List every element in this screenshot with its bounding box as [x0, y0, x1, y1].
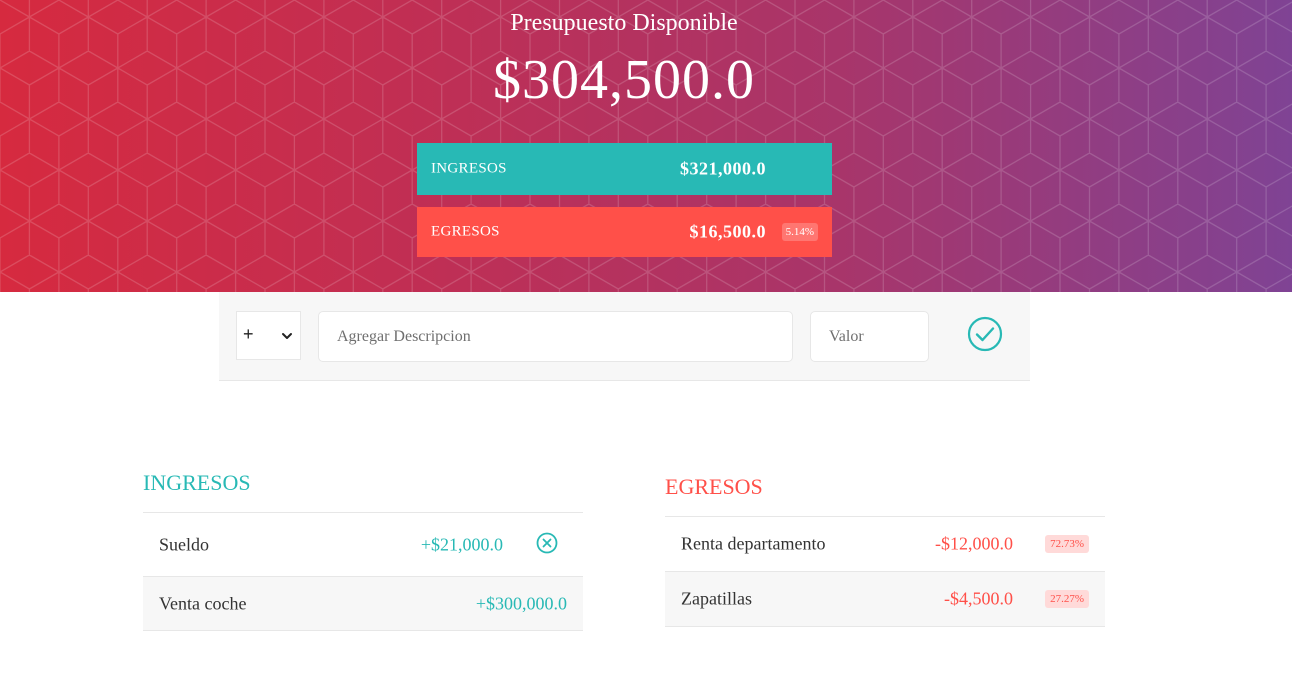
- value-input[interactable]: Valor: [810, 311, 929, 362]
- income-summary-label: INGRESOS: [431, 160, 507, 177]
- income-list-title: INGRESOS: [143, 468, 583, 513]
- expense-summary-label: EGRESOS: [431, 223, 500, 240]
- delete-circle-icon[interactable]: [536, 532, 558, 554]
- income-summary: INGRESOS $321,000.0: [417, 143, 832, 195]
- budget-title: Presupuesto Disponible: [510, 10, 738, 36]
- income-summary-value: $321,000.0: [680, 158, 766, 179]
- expense-summary: EGRESOS $16,500.0 5.14%: [417, 207, 832, 257]
- description-input[interactable]: Agregar Descripcion: [318, 311, 793, 362]
- income-item-description: Venta coche: [159, 593, 247, 613]
- add-entry-bar: + Agregar Descripcion Valor: [219, 292, 1030, 381]
- income-item: Venta coche +$300,000.0: [143, 577, 583, 631]
- income-list: INGRESOS Sueldo +$21,000.0 Venta coche +…: [143, 468, 583, 631]
- expense-item-value: -$12,000.0: [935, 533, 1013, 554]
- expense-item: Zapatillas -$4,500.0 27.27%: [665, 572, 1105, 627]
- available-budget-value: $304,500.0: [493, 49, 755, 111]
- expense-list-title: EGRESOS: [665, 472, 1105, 517]
- chevron-down-icon: [282, 333, 292, 339]
- income-item-description: Sueldo: [159, 534, 210, 554]
- type-select-value: +: [243, 324, 254, 344]
- income-item-value: +$300,000.0: [475, 593, 567, 613]
- expense-item-description: Zapatillas: [681, 588, 752, 609]
- expense-item-percentage: 72.73%: [1045, 535, 1089, 553]
- expense-summary-percentage: 5.14%: [781, 223, 818, 241]
- expense-item-percentage: 27.27%: [1045, 590, 1089, 608]
- expense-list: EGRESOS Renta departamento -$12,000.0 72…: [665, 472, 1105, 627]
- expense-item: Renta departamento -$12,000.0 72.73%: [665, 517, 1105, 572]
- expense-summary-value: $16,500.0: [689, 221, 766, 242]
- income-item: Sueldo +$21,000.0: [143, 513, 583, 577]
- check-circle-icon[interactable]: [966, 315, 1004, 353]
- expense-item-description: Renta departamento: [681, 533, 826, 554]
- budget-header: Presupuesto Disponible $304,500.0 INGRES…: [0, 0, 1292, 292]
- income-item-value: +$21,000.0: [420, 534, 503, 554]
- type-select[interactable]: +: [236, 311, 301, 360]
- expense-item-value: -$4,500.0: [944, 588, 1013, 609]
